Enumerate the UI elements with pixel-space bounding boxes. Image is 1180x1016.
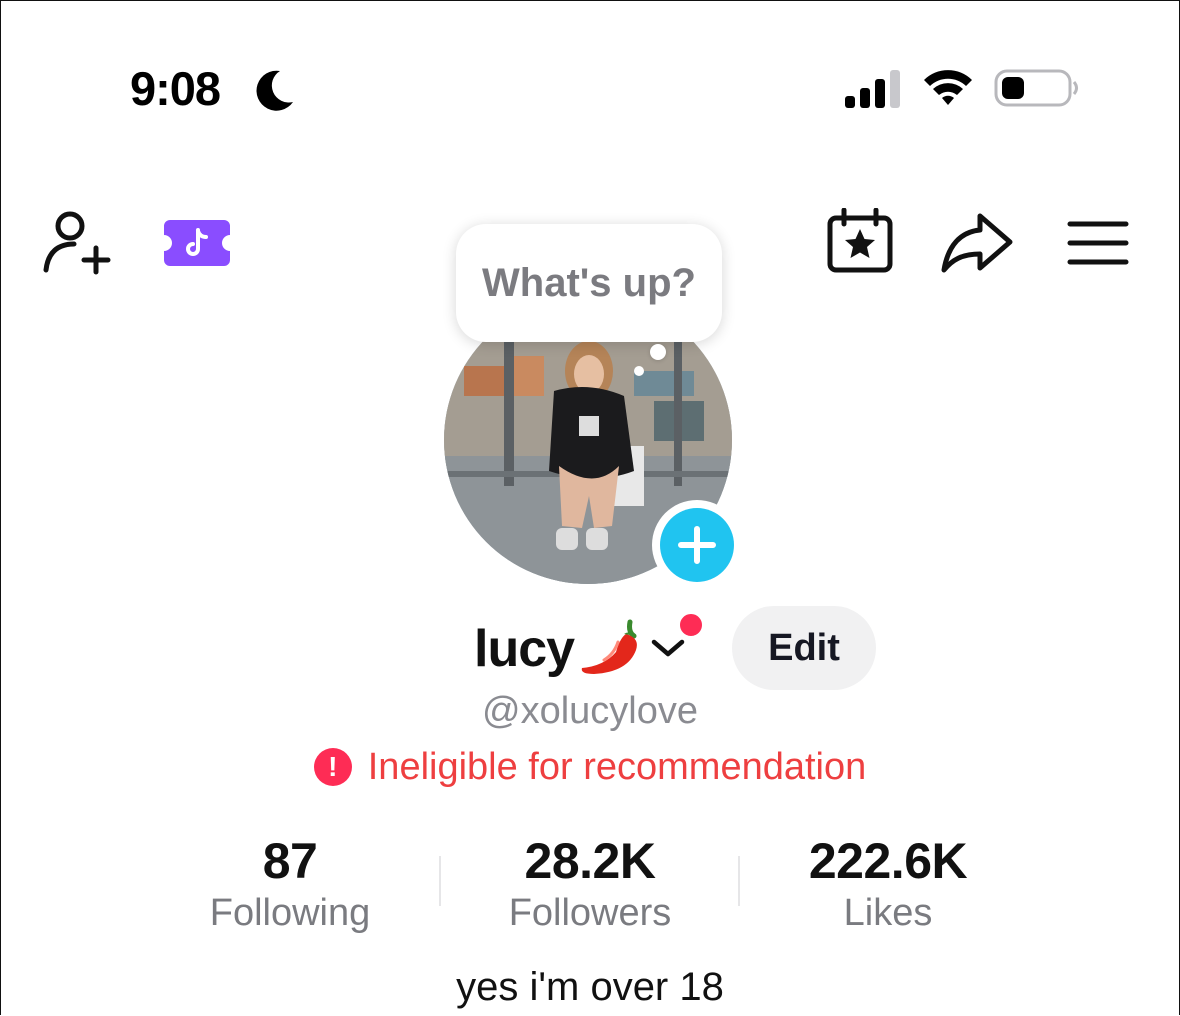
- stat-following[interactable]: 87 Following: [140, 832, 440, 936]
- moon-icon: [256, 70, 293, 111]
- share-icon[interactable]: [940, 210, 1014, 274]
- stat-label: Following: [209, 892, 371, 934]
- stat-label: Likes: [843, 892, 933, 934]
- chili-pepper-icon: [581, 619, 637, 674]
- plus-icon: [660, 508, 734, 582]
- stat-value: 28.2K: [524, 833, 656, 889]
- username-handle: @xolucylove: [482, 690, 698, 732]
- recommendation-warning[interactable]: ! Ineligible for recommendation: [0, 744, 1180, 790]
- add-user-icon[interactable]: [40, 208, 116, 276]
- edit-profile-button[interactable]: Edit: [732, 606, 876, 690]
- stat-label: Followers: [508, 892, 672, 934]
- signal-icon: [845, 70, 900, 108]
- battery-icon: [994, 69, 1078, 107]
- status-bubble[interactable]: What's up?: [456, 224, 722, 342]
- chevron-down-icon[interactable]: [650, 636, 686, 660]
- notification-dot: [678, 612, 704, 638]
- calendar-star-icon[interactable]: [826, 208, 894, 274]
- stat-followers[interactable]: 28.2K Followers: [440, 832, 740, 936]
- display-name: lucy: [474, 620, 575, 678]
- status-time: 9:08: [130, 62, 221, 115]
- stat-value: 87: [262, 833, 318, 889]
- stat-value: 222.6K: [808, 833, 968, 889]
- bubble-tail: [634, 366, 644, 376]
- tiktok-ticket-icon[interactable]: [162, 218, 232, 268]
- stat-likes[interactable]: 222.6K Likes: [738, 832, 1038, 936]
- alert-icon: !: [313, 748, 352, 786]
- add-story-button[interactable]: [652, 500, 742, 590]
- wifi-icon: [924, 70, 972, 105]
- bio-text: yes i'm over 18: [456, 965, 724, 1009]
- menu-icon[interactable]: [1066, 218, 1130, 268]
- warning-text: Ineligible for recommendation: [367, 746, 867, 788]
- bubble-tail: [650, 344, 666, 360]
